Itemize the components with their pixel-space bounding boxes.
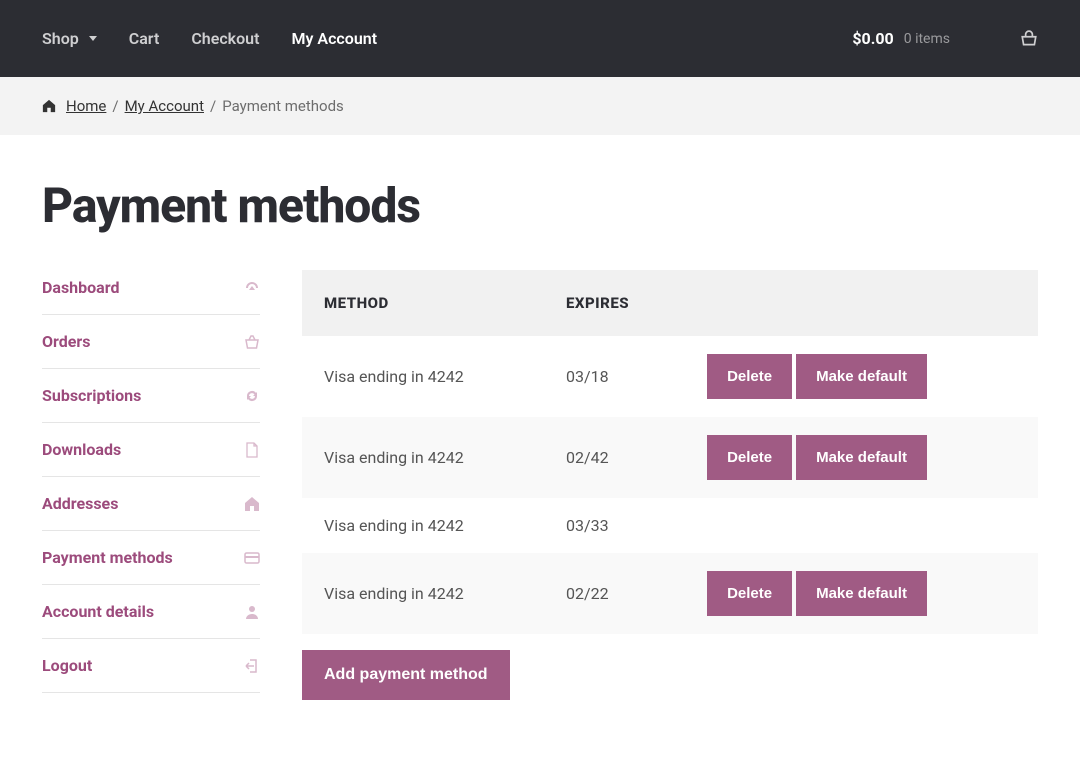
nav-item-shop[interactable]: Shop	[42, 29, 97, 48]
sidebar-item-label: Downloads	[42, 440, 121, 459]
sidebar-item-label: Dashboard	[42, 278, 119, 297]
sidebar-item-subscriptions[interactable]: Subscriptions	[42, 369, 260, 423]
cell-actions: DeleteMake default	[685, 417, 1038, 498]
sidebar-item-downloads[interactable]: Downloads	[42, 423, 260, 477]
sidebar-item-addresses[interactable]: Addresses	[42, 477, 260, 531]
breadcrumb-current: Payment methods	[222, 97, 344, 115]
delete-button[interactable]: Delete	[707, 571, 792, 616]
delete-button[interactable]: Delete	[707, 354, 792, 399]
cart-amount: $0.00	[852, 29, 893, 48]
cell-expires: 02/22	[544, 553, 685, 634]
nav-item-my-account[interactable]: My Account	[291, 29, 377, 48]
sidebar-item-label: Subscriptions	[42, 386, 141, 405]
nav-item-cart[interactable]: Cart	[129, 29, 160, 48]
refresh-icon	[244, 388, 260, 404]
cell-actions: DeleteMake default	[685, 336, 1038, 417]
sidebar-item-label: Addresses	[42, 494, 118, 513]
add-payment-method-button[interactable]: Add payment method	[302, 650, 510, 700]
table-row: Visa ending in 424203/33	[302, 498, 1038, 553]
cell-expires: 03/18	[544, 336, 685, 417]
table-row: Visa ending in 424202/22DeleteMake defau…	[302, 553, 1038, 634]
sidebar-item-label: Logout	[42, 656, 92, 675]
logout-icon	[244, 658, 260, 674]
breadcrumb-sep: /	[210, 97, 216, 115]
nav-item-checkout[interactable]: Checkout	[191, 29, 259, 48]
th-actions	[685, 270, 1038, 336]
breadcrumb-home[interactable]: Home	[66, 97, 106, 115]
breadcrumb-account[interactable]: My Account	[125, 97, 204, 115]
make-default-button[interactable]: Make default	[796, 571, 927, 616]
chevron-down-icon	[89, 36, 97, 41]
th-expires: EXPIRES	[544, 270, 685, 336]
account-sidebar: Dashboard Orders Subscriptions Downloads…	[42, 270, 260, 700]
table-row: Visa ending in 424203/18DeleteMake defau…	[302, 336, 1038, 417]
nav-left: Shop Cart Checkout My Account	[42, 29, 377, 48]
basket-icon	[1020, 30, 1038, 48]
basket-icon	[244, 334, 260, 350]
make-default-button[interactable]: Make default	[796, 354, 927, 399]
sidebar-item-account-details[interactable]: Account details	[42, 585, 260, 639]
sidebar-item-label: Payment methods	[42, 548, 173, 567]
cell-method: Visa ending in 4242	[302, 336, 544, 417]
make-default-button[interactable]: Make default	[796, 435, 927, 480]
cell-method: Visa ending in 4242	[302, 417, 544, 498]
home-icon	[244, 496, 260, 512]
payment-methods-table: METHOD EXPIRES Visa ending in 424203/18D…	[302, 270, 1038, 634]
cell-actions	[685, 498, 1038, 553]
nav-label: My Account	[291, 29, 377, 48]
th-method: METHOD	[302, 270, 544, 336]
breadcrumb: Home / My Account / Payment methods	[0, 77, 1080, 135]
nav-label: Cart	[129, 29, 160, 48]
cart-count: 0 items	[904, 31, 950, 47]
main-panel: METHOD EXPIRES Visa ending in 424203/18D…	[302, 270, 1038, 700]
sidebar-item-payment-methods[interactable]: Payment methods	[42, 531, 260, 585]
cell-actions: DeleteMake default	[685, 553, 1038, 634]
cell-method: Visa ending in 4242	[302, 498, 544, 553]
sidebar-item-label: Orders	[42, 332, 90, 351]
card-icon	[244, 550, 260, 566]
sidebar-item-orders[interactable]: Orders	[42, 315, 260, 369]
user-icon	[244, 604, 260, 620]
nav-label: Checkout	[191, 29, 259, 48]
page-title: Payment methods	[42, 177, 1038, 234]
delete-button[interactable]: Delete	[707, 435, 792, 480]
cell-method: Visa ending in 4242	[302, 553, 544, 634]
breadcrumb-sep: /	[112, 97, 118, 115]
nav-label: Shop	[42, 29, 79, 48]
file-icon	[244, 442, 260, 458]
home-icon	[42, 99, 56, 113]
top-nav: Shop Cart Checkout My Account $0.00 0 it…	[0, 0, 1080, 77]
cart-summary[interactable]: $0.00 0 items	[852, 29, 1038, 48]
sidebar-item-label: Account details	[42, 602, 154, 621]
cell-expires: 02/42	[544, 417, 685, 498]
dashboard-icon	[244, 280, 260, 296]
cell-expires: 03/33	[544, 498, 685, 553]
table-row: Visa ending in 424202/42DeleteMake defau…	[302, 417, 1038, 498]
sidebar-item-logout[interactable]: Logout	[42, 639, 260, 693]
sidebar-item-dashboard[interactable]: Dashboard	[42, 270, 260, 315]
